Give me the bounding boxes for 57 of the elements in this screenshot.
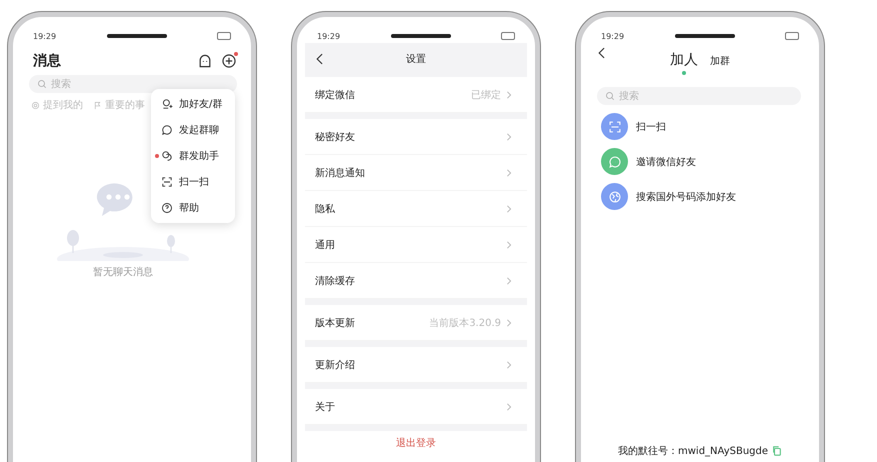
battery-icon xyxy=(785,32,799,40)
action-label[interactable]: 搜索国外号码添加好友 xyxy=(636,190,736,204)
search-icon xyxy=(605,91,615,101)
flag-icon xyxy=(93,100,102,110)
action-icon-circle[interactable] xyxy=(601,113,628,140)
help-icon xyxy=(161,202,173,214)
page-title: 消息 xyxy=(33,52,61,70)
settings-row[interactable]: 通用 xyxy=(305,227,527,263)
chevron-right-icon xyxy=(505,276,513,284)
settings-row[interactable]: 版本更新 当前版本3.20.9 xyxy=(305,305,527,341)
chevron-right-icon xyxy=(505,360,513,368)
speech-bubbles-icon xyxy=(161,150,173,162)
chevron-right-icon xyxy=(505,90,513,98)
ghost-icon[interactable] xyxy=(197,53,213,69)
front-camera-icon xyxy=(674,34,735,38)
menu-item[interactable]: 加好友/群 xyxy=(151,91,235,117)
tab[interactable]: 加人 xyxy=(670,51,698,75)
chevron-right-icon xyxy=(505,204,513,212)
account-id-text: 我的默往号：mwid_NAySBugde xyxy=(618,444,768,458)
status-time: 19:29 xyxy=(317,32,340,40)
menu-item[interactable]: 群发助手 xyxy=(151,143,235,169)
front-camera-icon xyxy=(106,34,167,38)
front-camera-icon xyxy=(390,34,451,38)
search-icon xyxy=(37,79,47,89)
battery-icon xyxy=(217,32,231,40)
settings-row[interactable]: 隐私 xyxy=(305,191,527,227)
chevron-right-icon xyxy=(505,402,513,410)
chat-bubble-icon xyxy=(608,154,622,168)
chat-bubble-icon xyxy=(161,124,173,136)
page-title: 设置 xyxy=(406,52,426,66)
chevron-right-icon xyxy=(505,168,513,176)
action-icon-circle[interactable] xyxy=(601,183,628,210)
add-user-icon xyxy=(161,98,173,110)
settings-row[interactable]: 绑定微信 已绑定 xyxy=(305,77,527,113)
at-sign-icon xyxy=(31,100,40,110)
globe-icon xyxy=(608,190,622,204)
settings-row[interactable]: 新消息通知 xyxy=(305,155,527,191)
status-time: 19:29 xyxy=(33,32,56,40)
menu-item[interactable]: 扫一扫 xyxy=(151,169,235,195)
chevron-right-icon xyxy=(505,240,513,248)
menu-item[interactable]: 帮助 xyxy=(151,195,235,221)
menu-item[interactable]: 发起群聊 xyxy=(151,117,235,143)
settings-row[interactable]: 更新介绍 xyxy=(305,347,527,383)
chevron-right-icon xyxy=(505,132,513,140)
add-icon[interactable] xyxy=(221,53,237,69)
settings-row[interactable]: 清除缓存 xyxy=(305,263,527,299)
settings-row[interactable]: 关于 xyxy=(305,389,527,425)
battery-icon xyxy=(501,32,515,40)
scan-icon xyxy=(608,120,622,134)
settings-row[interactable]: 秘密好友 xyxy=(305,119,527,155)
tab[interactable]: 加群 xyxy=(710,54,730,74)
status-time: 19:29 xyxy=(601,32,624,40)
action-label[interactable]: 扫一扫 xyxy=(636,120,666,134)
empty-message: 暂无聊天消息 xyxy=(93,266,153,279)
action-label[interactable]: 邀请微信好友 xyxy=(636,154,696,168)
chevron-right-icon xyxy=(505,318,513,326)
scan-icon xyxy=(161,176,173,188)
